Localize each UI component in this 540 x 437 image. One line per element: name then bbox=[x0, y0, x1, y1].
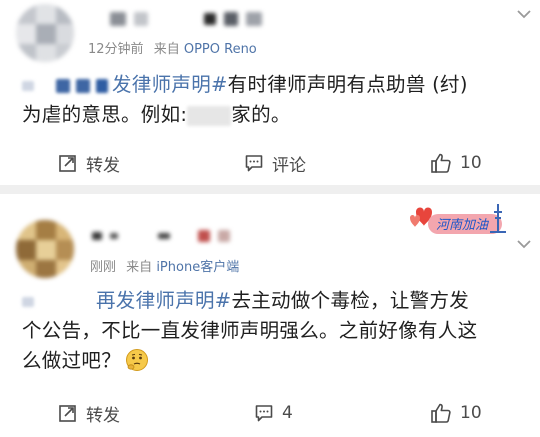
thumbs-up-icon bbox=[431, 403, 451, 423]
post-source-prefix: 来自 bbox=[153, 42, 180, 57]
username-redacted[interactable] bbox=[110, 12, 262, 26]
repost-label: 转发 bbox=[86, 405, 120, 426]
redacted-block bbox=[22, 80, 34, 91]
post-device-link[interactable]: iPhone客户端 bbox=[156, 260, 239, 275]
avatar[interactable] bbox=[16, 220, 74, 278]
comment-count: 4 bbox=[282, 403, 293, 423]
post-text-line: 为虐的意思。例如: bbox=[22, 103, 188, 126]
chevron-down-icon[interactable] bbox=[514, 4, 534, 24]
repost-button[interactable]: 转发 bbox=[58, 398, 120, 428]
post-source-prefix: 来自 bbox=[126, 260, 153, 275]
redacted-block bbox=[76, 78, 90, 93]
repost-icon bbox=[59, 155, 76, 172]
comment-icon bbox=[255, 405, 273, 422]
repost-icon bbox=[59, 405, 76, 422]
weibo-comment-1: 12分钟前 来自 OPPO Reno 发律师声明#有时律师声明有点助兽 (纣) … bbox=[0, 0, 540, 185]
weibo-comment-2: 河南加油 刚刚 来自 iPhone客户端 再发律师声明#去主动做个毒检，让警方发… bbox=[0, 194, 540, 437]
post-time: 刚刚 bbox=[90, 260, 117, 275]
comment-button[interactable]: 4 bbox=[254, 398, 293, 428]
post-text-line: 么做过吧？ bbox=[22, 349, 122, 372]
thumbs-up-icon bbox=[431, 153, 451, 173]
redacted-block bbox=[96, 78, 108, 93]
repost-label: 转发 bbox=[86, 155, 120, 176]
like-count: 10 bbox=[460, 153, 482, 173]
like-button[interactable]: 10 bbox=[430, 398, 482, 428]
comment-icon bbox=[245, 155, 263, 172]
redacted-block bbox=[22, 296, 34, 307]
like-count: 10 bbox=[460, 403, 482, 423]
redacted-block bbox=[187, 105, 232, 126]
comment-button[interactable]: 评论 bbox=[244, 148, 306, 178]
post-time: 12分钟前 bbox=[88, 42, 144, 57]
action-bar: 转发 评论 10 bbox=[0, 148, 540, 178]
username-redacted[interactable] bbox=[92, 230, 230, 242]
post-text-line: 有时律师声明有点助兽 (纣) bbox=[227, 73, 468, 96]
repost-button[interactable]: 转发 bbox=[58, 148, 120, 178]
post-text-line: 家的。 bbox=[231, 103, 291, 126]
post-meta: 刚刚 来自 iPhone客户端 bbox=[90, 256, 239, 275]
hashtag-link[interactable]: 再发律师声明# bbox=[96, 289, 231, 312]
post-device-link[interactable]: OPPO Reno bbox=[184, 42, 257, 57]
thinking-emoji-icon bbox=[126, 349, 149, 371]
hashtag-link[interactable]: 发律师声明# bbox=[112, 73, 228, 96]
post-text-line: 个公告，不比一直发律师声明强么。之前好像有人这 bbox=[22, 319, 478, 342]
redacted-block bbox=[56, 78, 70, 93]
badge-text: 河南加油 bbox=[436, 218, 490, 233]
post-separator bbox=[0, 185, 540, 194]
post-text-line: 去主动做个毒检，让警方发 bbox=[231, 289, 470, 312]
post-text: 发律师声明#有时律师声明有点助兽 (纣) 为虐的意思。例如: 家的。 bbox=[22, 70, 522, 130]
like-button[interactable]: 10 bbox=[430, 148, 482, 178]
henan-support-badge: 河南加油 bbox=[410, 204, 506, 234]
avatar[interactable] bbox=[16, 4, 74, 62]
post-text: 再发律师声明#去主动做个毒检，让警方发 个公告，不比一直发律师声明强么。之前好像… bbox=[22, 286, 522, 376]
action-bar: 转发 4 10 bbox=[0, 398, 540, 428]
chevron-down-icon[interactable] bbox=[514, 234, 534, 254]
comment-label: 评论 bbox=[272, 155, 306, 176]
post-meta: 12分钟前 来自 OPPO Reno bbox=[88, 38, 257, 57]
